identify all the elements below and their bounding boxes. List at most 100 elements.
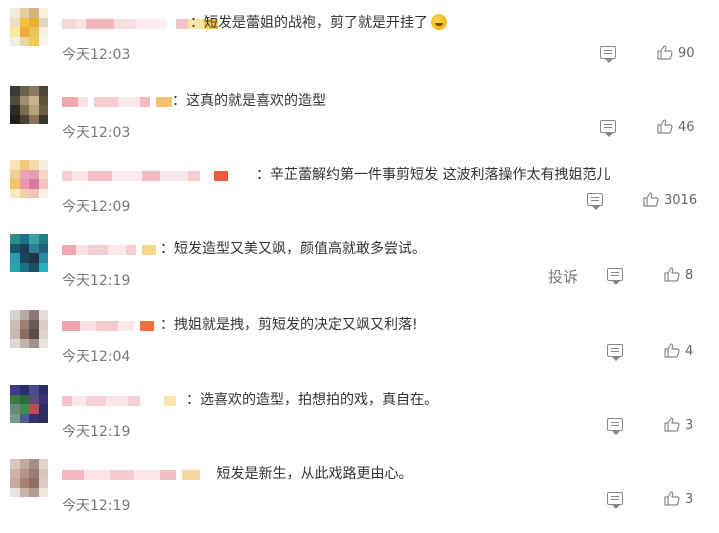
avatar[interactable] <box>10 385 48 423</box>
comment-time: 今天12:19 <box>62 498 131 514</box>
avatar-pixel <box>38 160 48 170</box>
avatar-pixel <box>29 179 39 189</box>
avatar-pixel <box>19 394 29 404</box>
comment-item: 短发是新生，从此戏路更由心。 今天12:19 3 <box>0 459 719 533</box>
avatar-pixel <box>19 86 29 96</box>
like-count: 46 <box>678 120 695 135</box>
avatar-pixel <box>10 310 20 320</box>
avatar[interactable] <box>10 160 48 198</box>
avatar-pixel <box>19 487 29 497</box>
avatar-pixel <box>19 105 29 115</box>
avatar-pixel <box>10 114 20 124</box>
reply-icon[interactable] <box>607 492 623 509</box>
like-icon[interactable] <box>643 192 659 207</box>
avatar-pixel <box>10 160 20 170</box>
avatar-pixel <box>19 478 29 488</box>
comment-item: ：短发是蕾姐的战袍，剪了就是开挂了 今天12:03 90 <box>0 8 719 82</box>
avatar-pixel <box>10 487 20 497</box>
avatar-pixel <box>19 459 29 469</box>
like-icon[interactable] <box>657 119 673 134</box>
avatar-pixel <box>38 310 48 320</box>
avatar-pixel <box>10 27 20 37</box>
avatar[interactable] <box>10 234 48 272</box>
avatar-pixel <box>29 95 39 105</box>
avatar-pixel <box>38 404 48 414</box>
avatar-pixel <box>19 27 29 37</box>
avatar-pixel <box>29 394 39 404</box>
avatar-pixel <box>38 468 48 478</box>
avatar-pixel <box>38 338 48 348</box>
avatar-pixel <box>10 394 20 404</box>
like-icon[interactable] <box>664 417 680 432</box>
comment-text: ：选喜欢的造型，拍想拍的戏，真自在。 <box>186 392 438 408</box>
like-count: 3016 <box>664 193 698 208</box>
reply-icon[interactable] <box>607 418 623 435</box>
avatar-pixel <box>10 105 20 115</box>
avatar[interactable] <box>10 8 48 46</box>
avatar-pixel <box>19 95 29 105</box>
avatar-pixel <box>29 319 39 329</box>
avatar-pixel <box>19 468 29 478</box>
avatar-pixel <box>19 17 29 27</box>
avatar[interactable] <box>10 310 48 348</box>
comment-text: 短发是新生，从此戏路更由心。 <box>216 466 413 482</box>
username-blurred[interactable] <box>62 317 154 335</box>
avatar[interactable] <box>10 86 48 124</box>
reply-icon[interactable] <box>600 120 616 137</box>
avatar-pixel <box>29 468 39 478</box>
like-count: 4 <box>685 344 694 359</box>
avatar-pixel <box>10 404 20 414</box>
avatar[interactable] <box>10 459 48 497</box>
avatar-pixel <box>19 36 29 46</box>
avatar-pixel <box>10 234 20 244</box>
comment-time: 今天12:19 <box>62 273 131 289</box>
username-blurred[interactable] <box>62 167 228 185</box>
avatar-pixel <box>29 413 39 423</box>
avatar-pixel <box>38 179 48 189</box>
avatar-pixel <box>38 95 48 105</box>
avatar-pixel <box>38 329 48 339</box>
avatar-pixel <box>38 385 48 395</box>
like-icon[interactable] <box>657 45 673 60</box>
avatar-pixel <box>38 86 48 96</box>
avatar-pixel <box>10 478 20 488</box>
report-link[interactable]: 投诉 <box>548 266 578 287</box>
avatar-pixel <box>29 253 39 263</box>
like-icon[interactable] <box>664 267 680 282</box>
avatar-pixel <box>19 160 29 170</box>
like-icon[interactable] <box>664 491 680 506</box>
reply-icon[interactable] <box>607 344 623 361</box>
avatar-pixel <box>29 8 39 18</box>
avatar-pixel <box>29 478 39 488</box>
username-blurred[interactable] <box>62 466 200 484</box>
avatar-pixel <box>19 179 29 189</box>
avatar-pixel <box>38 262 48 272</box>
avatar-pixel <box>10 385 20 395</box>
avatar-pixel <box>29 114 39 124</box>
username-blurred[interactable] <box>62 241 156 259</box>
comment-text: ：辛芷蕾解约第一件事剪短发 这波利落操作太有拽姐范儿 <box>256 167 611 183</box>
avatar-pixel <box>38 413 48 423</box>
comment-text: ：短发造型又美又飒，颜值高就敢多尝试。 <box>160 241 426 257</box>
avatar-pixel <box>19 169 29 179</box>
reply-icon[interactable] <box>600 46 616 63</box>
avatar-pixel <box>38 169 48 179</box>
avatar-pixel <box>29 487 39 497</box>
username-blurred[interactable] <box>62 93 172 111</box>
username-blurred[interactable] <box>62 392 176 410</box>
avatar-pixel <box>38 478 48 488</box>
like-count: 90 <box>678 46 695 61</box>
avatar-pixel <box>29 105 39 115</box>
avatar-pixel <box>29 262 39 272</box>
reply-icon[interactable] <box>587 193 603 210</box>
comment-item: ：拽姐就是拽，剪短发的决定又飒又利落! 今天12:04 4 <box>0 310 719 384</box>
like-icon[interactable] <box>664 343 680 358</box>
avatar-pixel <box>10 95 20 105</box>
reply-icon[interactable] <box>607 268 623 285</box>
avatar-pixel <box>29 310 39 320</box>
avatar-pixel <box>29 338 39 348</box>
avatar-pixel <box>10 413 20 423</box>
avatar-pixel <box>10 8 20 18</box>
avatar-pixel <box>38 114 48 124</box>
comment-item: ：选喜欢的造型，拍想拍的戏，真自在。 今天12:19 3 <box>0 385 719 459</box>
